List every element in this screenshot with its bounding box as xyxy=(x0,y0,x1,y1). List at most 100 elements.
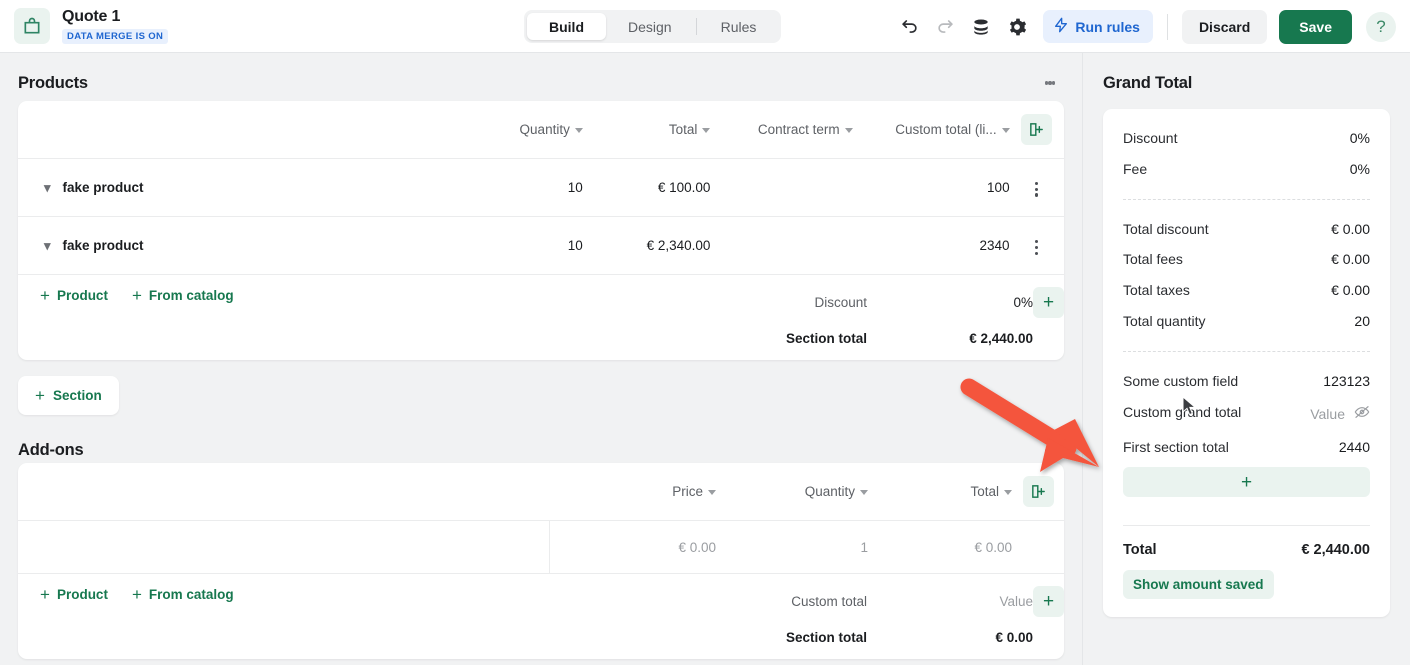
row-menu-icon[interactable] xyxy=(1024,176,1050,202)
gt-group-rates: Discount 0% Fee 0% xyxy=(1123,109,1370,199)
gt-row-first-section-total[interactable]: First section total 2440 xyxy=(1123,432,1370,463)
kebab-dot xyxy=(1052,449,1056,453)
gear-icon[interactable] xyxy=(1001,11,1033,43)
gt-label: Total quantity xyxy=(1123,313,1206,330)
chevron-down-icon[interactable]: ▾ xyxy=(44,181,51,194)
product-name-label: fake product xyxy=(63,180,144,195)
footer-value[interactable]: 0% xyxy=(867,295,1033,310)
th-quantity[interactable]: Quantity xyxy=(716,463,868,521)
gt-row-custom-grand-total[interactable]: Custom grand total Value xyxy=(1123,397,1370,432)
add-product-label: Product xyxy=(57,288,108,303)
cell-contract-term[interactable] xyxy=(710,159,852,217)
gt-value: 123123 xyxy=(1323,373,1370,389)
add-section-button[interactable]: + Section xyxy=(18,376,119,415)
gt-total-label: Total xyxy=(1123,542,1157,558)
data-merge-badge: DATA MERGE IS ON xyxy=(62,29,168,44)
th-total[interactable]: Total xyxy=(868,463,1012,521)
plus-icon: + xyxy=(40,586,50,603)
addons-table: Price Quantity Total xyxy=(18,463,1064,573)
gt-value: 0% xyxy=(1350,161,1370,177)
toolbar-actions: Run rules Discard Save ? xyxy=(893,0,1396,53)
gt-row-discount[interactable]: Discount 0% xyxy=(1123,123,1370,154)
chevron-down-icon[interactable]: ▾ xyxy=(44,239,51,252)
gt-row-fee[interactable]: Fee 0% xyxy=(1123,154,1370,185)
th-custom-total[interactable]: Custom total (li... xyxy=(853,101,1010,159)
toolbar-divider xyxy=(1167,14,1168,40)
show-amount-saved-button[interactable]: Show amount saved xyxy=(1123,570,1274,599)
tab-rules[interactable]: Rules xyxy=(699,13,779,40)
th-contract-term[interactable]: Contract term xyxy=(710,101,852,159)
tab-build[interactable]: Build xyxy=(527,13,606,40)
gt-label: Fee xyxy=(1123,161,1147,178)
th-label: Quantity xyxy=(805,484,855,499)
cell-contract-term[interactable] xyxy=(710,217,852,275)
undo-icon[interactable] xyxy=(893,11,925,43)
section-title: Add-ons xyxy=(18,441,84,460)
cell-custom-total[interactable]: 2340 xyxy=(853,217,1010,275)
cell-total[interactable]: € 100.00 xyxy=(583,159,711,217)
section-menu-icon[interactable] xyxy=(1036,436,1064,464)
save-button[interactable]: Save xyxy=(1279,10,1352,44)
top-app-bar: Quote 1 DATA MERGE IS ON Build Design Ru… xyxy=(0,0,1410,53)
gt-label: Total fees xyxy=(1123,251,1183,268)
cell-price[interactable]: € 0.00 xyxy=(549,521,716,574)
th-quantity[interactable]: Quantity xyxy=(457,101,583,159)
add-footer-row-button[interactable]: + xyxy=(1033,586,1064,617)
gt-row-total-quantity: Total quantity 20 xyxy=(1123,306,1370,337)
add-product-button[interactable]: + Product xyxy=(40,586,108,603)
chevron-down-icon xyxy=(708,490,716,495)
eye-off-icon[interactable] xyxy=(1354,404,1370,425)
gt-value: 20 xyxy=(1354,313,1370,329)
table-row[interactable]: ▾ fake product 10 € 100.00 100 xyxy=(18,159,1064,217)
add-column-icon[interactable] xyxy=(1021,114,1052,145)
gt-value: € 0.00 xyxy=(1331,221,1370,237)
chevron-down-icon xyxy=(1004,490,1012,495)
add-from-catalog-button[interactable]: + From catalog xyxy=(132,287,234,304)
cell-total[interactable]: € 0.00 xyxy=(868,521,1012,574)
kebab-dot xyxy=(1052,81,1056,85)
gt-value: € 0.00 xyxy=(1331,251,1370,267)
gt-row-some-custom-field[interactable]: Some custom field 123123 xyxy=(1123,366,1370,397)
footer-label: Section total xyxy=(671,630,867,645)
table-row[interactable]: ▾ fake product 10 € 2,340.00 2340 xyxy=(18,217,1064,275)
cell-quantity[interactable]: 10 xyxy=(457,217,583,275)
section-menu-icon[interactable] xyxy=(1036,69,1064,97)
cell-product-name[interactable] xyxy=(18,521,549,574)
plus-icon: + xyxy=(35,387,45,404)
products-table: Quantity Total Contract term Custom tota… xyxy=(18,101,1064,274)
th-total[interactable]: Total xyxy=(583,101,711,159)
table-row[interactable]: € 0.00 1 € 0.00 xyxy=(18,521,1064,574)
gt-label: First section total xyxy=(1123,439,1229,456)
kebab-dot xyxy=(1035,182,1038,185)
help-button[interactable]: ? xyxy=(1366,12,1396,42)
row-menu-icon[interactable] xyxy=(1024,234,1050,260)
run-rules-label: Run rules xyxy=(1075,19,1140,35)
add-column-icon[interactable] xyxy=(1023,476,1054,507)
cell-quantity[interactable]: 10 xyxy=(457,159,583,217)
shopping-bag-icon xyxy=(14,8,50,44)
discard-button[interactable]: Discard xyxy=(1182,10,1267,44)
redo-icon[interactable] xyxy=(929,11,961,43)
add-product-button[interactable]: + Product xyxy=(40,287,108,304)
add-from-catalog-label: From catalog xyxy=(149,288,234,303)
add-from-catalog-button[interactable]: + From catalog xyxy=(132,586,234,603)
cell-quantity[interactable]: 1 xyxy=(716,521,868,574)
database-icon[interactable] xyxy=(965,11,997,43)
gt-value: 0% xyxy=(1350,130,1370,146)
plus-icon: + xyxy=(132,586,142,603)
run-rules-button[interactable]: Run rules xyxy=(1043,10,1153,43)
add-grand-total-row-button[interactable]: + xyxy=(1123,467,1370,497)
cell-total[interactable]: € 2,340.00 xyxy=(583,217,711,275)
th-price[interactable]: Price xyxy=(549,463,716,521)
products-card-footer: + Product + From catalog Discount 0% + xyxy=(18,274,1064,360)
product-name-label: fake product xyxy=(63,238,144,253)
addons-card-footer: + Product + From catalog Custom total Va… xyxy=(18,573,1064,659)
kebab-dot xyxy=(1035,252,1038,255)
gt-value: 2440 xyxy=(1339,439,1370,455)
table-header-row: Quantity Total Contract term Custom tota… xyxy=(18,101,1064,159)
cell-custom-total[interactable]: 100 xyxy=(853,159,1010,217)
footer-value[interactable]: Value xyxy=(867,594,1033,609)
kebab-dot xyxy=(1035,240,1038,243)
tab-design[interactable]: Design xyxy=(606,13,694,40)
add-footer-row-button[interactable]: + xyxy=(1033,287,1064,318)
